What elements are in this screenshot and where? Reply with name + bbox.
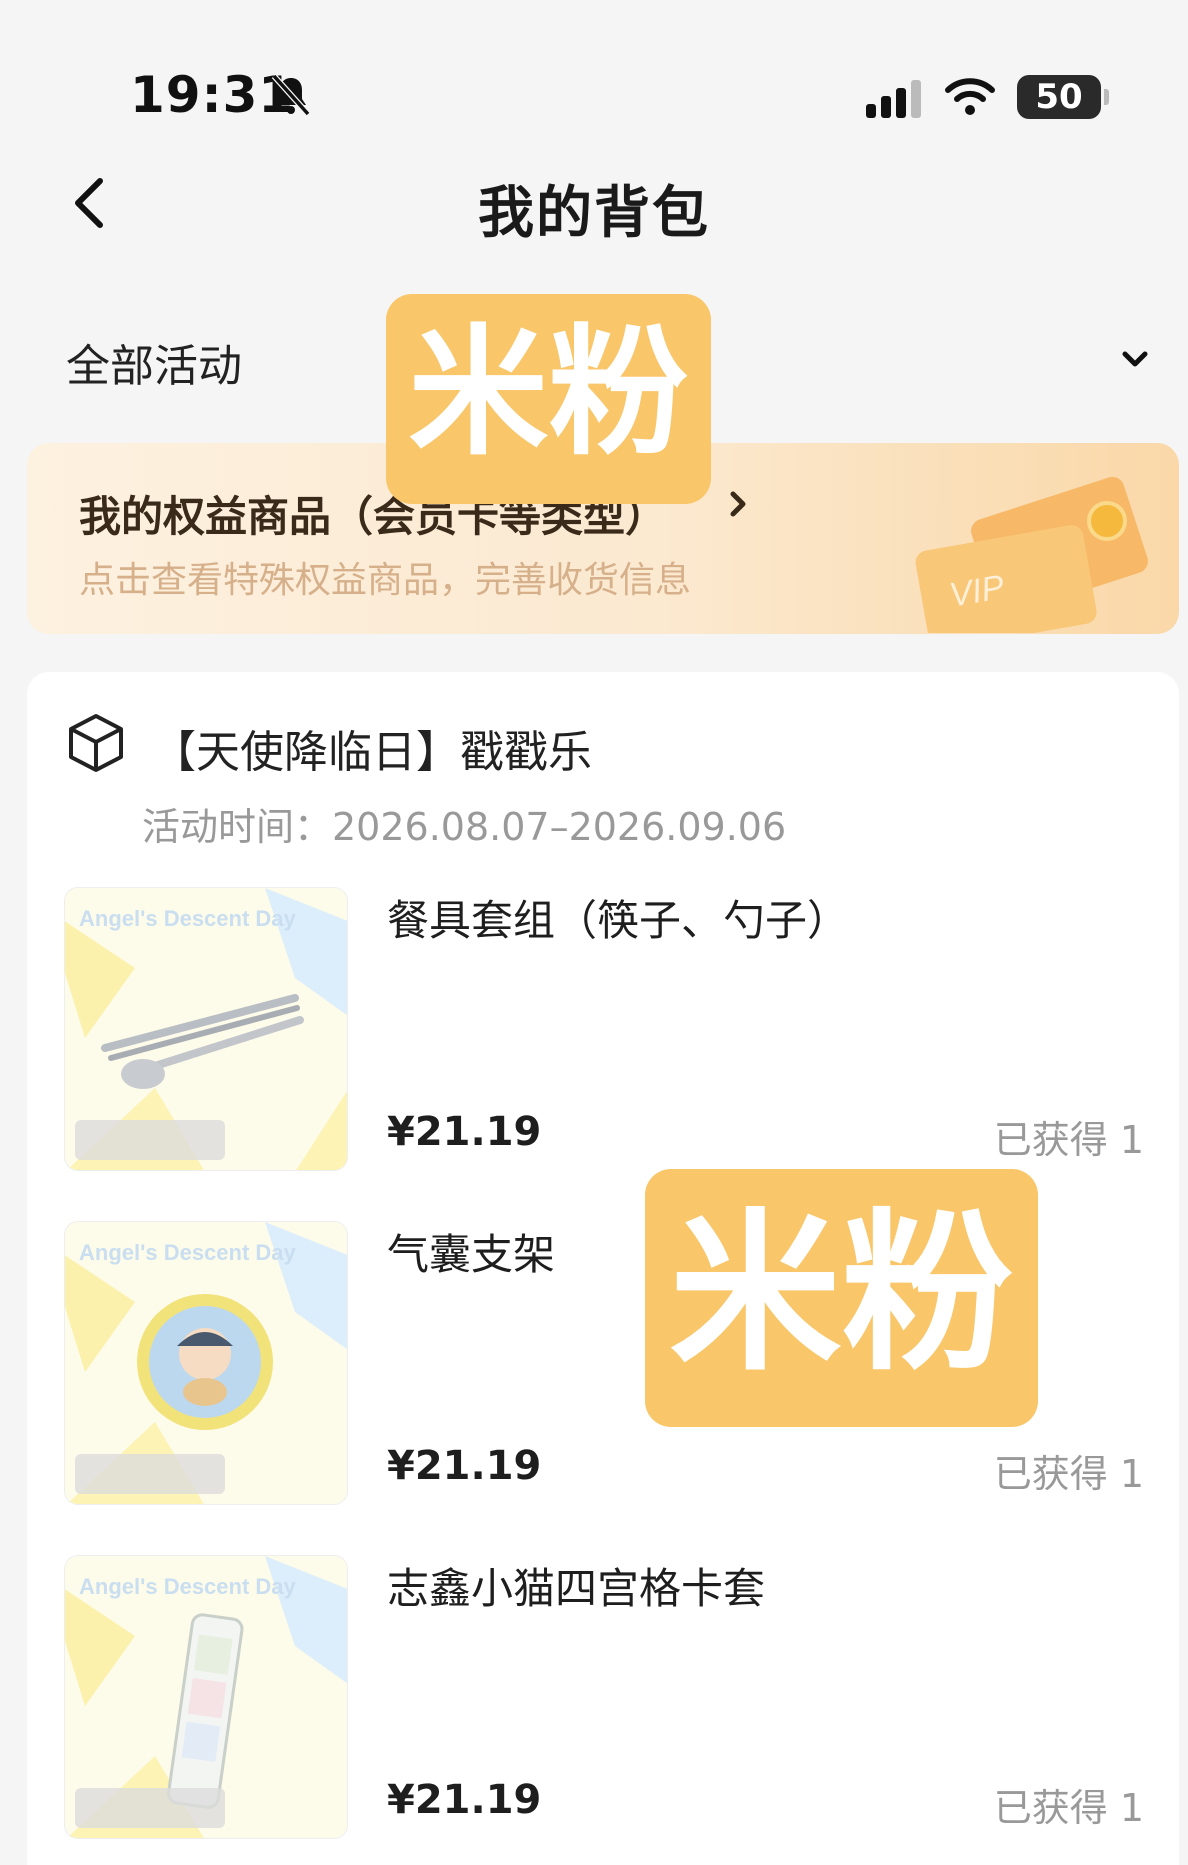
battery-indicator: 50 — [1017, 75, 1109, 119]
product-image: Angel's Descent Day — [64, 1221, 348, 1505]
page-title: 我的背包 — [478, 181, 710, 246]
activity-title: 【天使降临日】戳戳乐 — [152, 727, 592, 778]
product-name: 气囊支架 — [387, 1230, 556, 1279]
status-bar: 19:31 50 — [0, 0, 1188, 150]
product-image: Angel's Descent Day — [64, 1555, 348, 1839]
chevron-down-icon — [1122, 351, 1148, 367]
image-brand-text: Angel's Descent Day — [79, 1574, 297, 1599]
product-image: Angel's Descent Day — [64, 887, 348, 1171]
watermark-label: 米粉 — [386, 294, 711, 504]
wifi-icon — [945, 78, 995, 115]
package-box-icon — [69, 714, 123, 772]
cellular-signal-icon — [866, 80, 921, 118]
product-item[interactable]: Angel's Descent Day 餐具套组（筷子、勺子） ¥21.19 已… — [64, 887, 1144, 1173]
product-price: ¥21.19 — [387, 1777, 542, 1823]
vip-card-illustration: VIP VIP — [915, 476, 1148, 633]
product-count: 已获得 1 — [993, 1118, 1144, 1162]
watermark-label: 米粉 — [645, 1169, 1038, 1427]
product-name: 志鑫小猫四宫格卡套 — [387, 1564, 766, 1613]
product-count: 已获得 1 — [993, 1452, 1144, 1496]
activity-time: 活动时间：2026.08.07–2026.09.06 — [142, 805, 787, 849]
chevron-right-icon — [730, 491, 746, 517]
image-brand-text: Angel's Descent Day — [79, 906, 297, 931]
product-count: 已获得 1 — [993, 1786, 1144, 1830]
benefit-subtitle: 点击查看特殊权益商品，完善收货信息 — [79, 560, 692, 601]
product-item[interactable]: Angel's Descent Day 志鑫小猫四宫格卡套 ¥21.19 已获得… — [64, 1555, 1144, 1841]
navigation-bar: 我的背包 — [0, 150, 1188, 260]
bell-muted-icon — [271, 73, 311, 117]
product-price: ¥21.19 — [387, 1109, 542, 1155]
product-name: 餐具套组（筷子、勺子） — [387, 896, 850, 945]
image-brand-text: Angel's Descent Day — [79, 1240, 297, 1265]
filter-label: 全部活动 — [66, 341, 242, 392]
product-price: ¥21.19 — [387, 1443, 542, 1489]
